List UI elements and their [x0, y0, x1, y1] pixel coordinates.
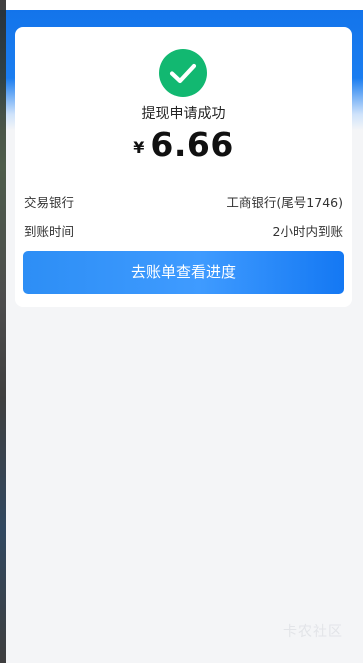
check-circle-icon: [159, 49, 207, 97]
amount-display: ¥6.66: [15, 125, 352, 164]
currency-symbol: ¥: [133, 138, 145, 157]
arrival-time-label: 到账时间: [24, 224, 75, 239]
bank-row: 交易银行 工商银行(尾号1746): [24, 192, 343, 210]
left-edge-overlay: [0, 0, 6, 663]
top-status-strip: [0, 0, 363, 10]
bank-label: 交易银行: [24, 195, 75, 210]
status-title: 提现申请成功: [141, 106, 226, 122]
withdrawal-result-card: 提现申请成功 ¥6.66 交易银行 工商银行(尾号1746) 到账时间 2小时内…: [15, 27, 352, 307]
arrival-time-row: 到账时间 2小时内到账: [24, 221, 343, 239]
view-bill-progress-button[interactable]: 去账单查看进度: [23, 251, 344, 294]
watermark-text: 卡农社区: [283, 624, 343, 640]
arrival-time-value: 2小时内到账: [272, 224, 343, 239]
bank-value: 工商银行(尾号1746): [226, 195, 343, 210]
amount-value: 6.66: [150, 125, 234, 164]
